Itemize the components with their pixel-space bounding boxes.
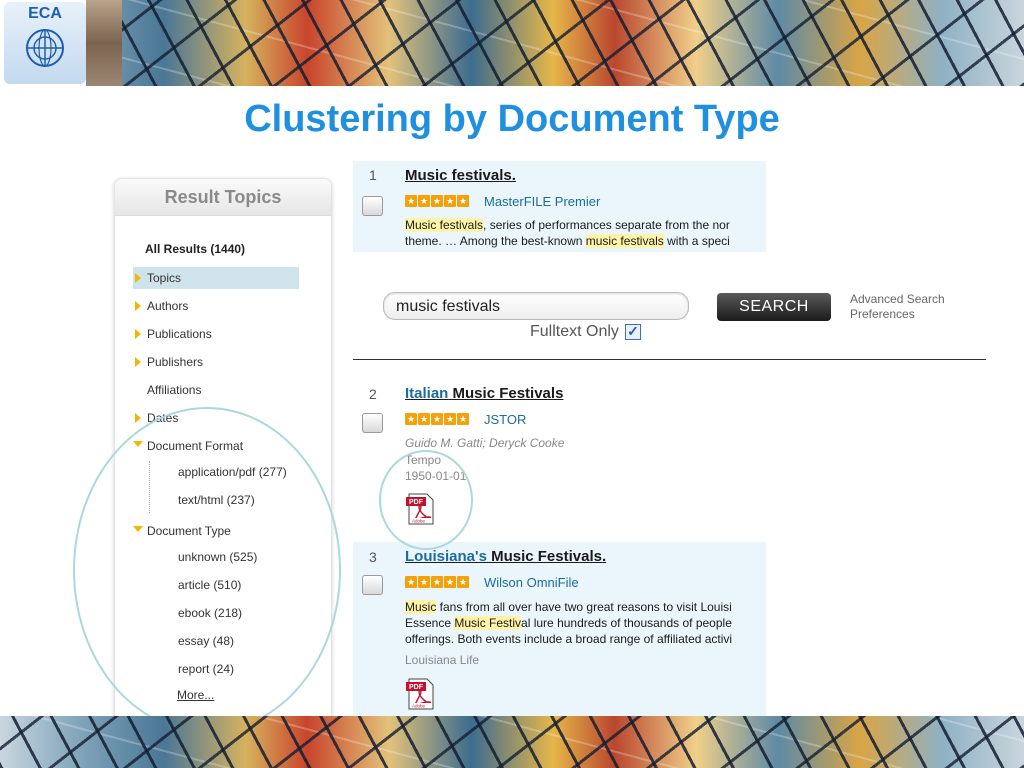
result-title-link[interactable]: Italian Music Festivals (405, 385, 563, 402)
facet-affiliations[interactable]: Affiliations (133, 379, 201, 401)
star-icon: ★ (431, 195, 443, 207)
star-icon: ★ (431, 413, 443, 425)
facet-label: Publications (147, 327, 212, 341)
star-icon: ★ (444, 576, 456, 588)
triangle-right-icon (135, 357, 141, 367)
star-icon: ★ (418, 413, 430, 425)
logo-photo-strip (86, 0, 122, 86)
star-icon: ★ (431, 576, 443, 588)
rating-stars: ★ ★ ★ ★ ★ (405, 413, 469, 425)
highlight-term: Music Festiv (454, 616, 522, 630)
star-icon: ★ (457, 413, 469, 425)
slide-title: Clustering by Document Type (244, 98, 780, 140)
result-source[interactable]: Wilson OmniFile (484, 575, 579, 590)
facet-label: Authors (147, 299, 189, 313)
facet-publications[interactable]: Publications (133, 323, 212, 345)
result-number: 3 (369, 549, 377, 565)
star-icon: ★ (405, 576, 417, 588)
snippet-text: , series of performances separate from t… (483, 218, 730, 232)
top-banner: ECA (0, 0, 1024, 86)
all-results-link[interactable]: All Results (1440) (145, 242, 245, 256)
search-bar-area: music festivals Fulltext Only ✓ SEARCH A… (353, 252, 986, 360)
star-icon: ★ (457, 195, 469, 207)
facet-label: Affiliations (147, 383, 202, 397)
highlight-term: Music (405, 600, 437, 614)
star-icon: ★ (405, 413, 417, 425)
facet-label: Publishers (147, 355, 204, 369)
result-snippet-line: Essence Music Festival lure hundreds of … (405, 615, 765, 631)
fulltext-only-checkbox[interactable]: ✓ (625, 324, 641, 340)
divider (353, 359, 986, 360)
triangle-right-icon (135, 301, 141, 311)
title-text: Music Festivals (448, 385, 564, 402)
triangle-right-icon (135, 413, 141, 423)
result-snippet-line: theme. … Among the best-known music fest… (405, 233, 765, 249)
facet-publishers[interactable]: Publishers (133, 351, 203, 373)
highlight-term: Music festivals (405, 218, 484, 232)
star-icon: ★ (405, 195, 417, 207)
snippet-text: al lure hundreds of thousands of people (521, 616, 732, 630)
rating-stars: ★ ★ ★ ★ ★ (405, 195, 469, 207)
svg-text:PDF: PDF (409, 684, 424, 691)
bottom-banner (0, 716, 1024, 768)
facet-topics[interactable]: Topics (133, 267, 299, 289)
star-icon: ★ (444, 195, 456, 207)
snippet-text: theme. … Among the best-known (405, 234, 586, 248)
search-button[interactable]: SEARCH (717, 293, 831, 321)
svg-text:Adobe: Adobe (412, 704, 426, 709)
highlight-circle-pdf (379, 450, 473, 550)
logo-text: ECA (28, 5, 62, 22)
title-text: Music Festivals. (486, 548, 607, 565)
result-item-3: 3 Louisiana's Music Festivals. ★ ★ ★ ★ ★… (353, 542, 766, 716)
highlight-term: music festivals (585, 234, 664, 248)
highlight-circle-facets (73, 407, 341, 733)
fulltext-only-label: Fulltext Only (530, 323, 619, 340)
result-title-link[interactable]: Music festivals. (405, 167, 516, 184)
facet-label: Topics (147, 271, 182, 285)
snippet-text: with a speci (663, 234, 730, 248)
result-authors: Guido M. Gatti; Deryck Cooke (405, 436, 565, 450)
select-checkbox[interactable] (362, 413, 383, 433)
eca-logo: ECA (4, 2, 86, 84)
search-input[interactable]: music festivals (383, 292, 689, 320)
title-highlight: Louisiana's (405, 548, 487, 565)
result-item-1: 1 Music festivals. ★ ★ ★ ★ ★ MasterFILE … (353, 161, 766, 252)
star-icon: ★ (418, 576, 430, 588)
un-emblem-icon (26, 29, 64, 67)
star-icon: ★ (457, 576, 469, 588)
result-source[interactable]: JSTOR (484, 412, 526, 427)
star-icon: ★ (444, 413, 456, 425)
search-options: Advanced Search Preferences (850, 292, 945, 322)
rating-stars: ★ ★ ★ ★ ★ (405, 576, 469, 588)
result-topics-header: Result Topics (115, 179, 331, 216)
result-number: 1 (369, 167, 377, 183)
triangle-right-icon (135, 273, 141, 283)
result-publication: Louisiana Life (405, 653, 480, 667)
snippet-text: fans from all over have two great reason… (436, 600, 732, 614)
star-icon: ★ (418, 195, 430, 207)
advanced-search-link[interactable]: Advanced Search (850, 292, 945, 307)
result-number: 2 (369, 386, 377, 402)
result-snippet-line: Music fans from all over have two great … (405, 599, 765, 615)
result-title-link[interactable]: Louisiana's Music Festivals. (405, 548, 606, 565)
result-snippet-line: offerings. Both events include a broad r… (405, 631, 765, 647)
facet-authors[interactable]: Authors (133, 295, 188, 317)
select-checkbox[interactable] (362, 575, 383, 595)
select-checkbox[interactable] (362, 196, 383, 216)
title-highlight: Italian (405, 385, 449, 402)
logo-area: ECA (0, 0, 122, 86)
result-snippet-line: Music festivals, series of performances … (405, 217, 765, 233)
snippet-text: Essence (405, 616, 455, 630)
preferences-link[interactable]: Preferences (850, 307, 945, 322)
triangle-right-icon (135, 329, 141, 339)
result-source[interactable]: MasterFILE Premier (484, 194, 600, 209)
snippet-text: offerings. Both events include a broad r… (405, 632, 733, 646)
pdf-file-icon[interactable]: PDF Adobe (405, 678, 437, 710)
